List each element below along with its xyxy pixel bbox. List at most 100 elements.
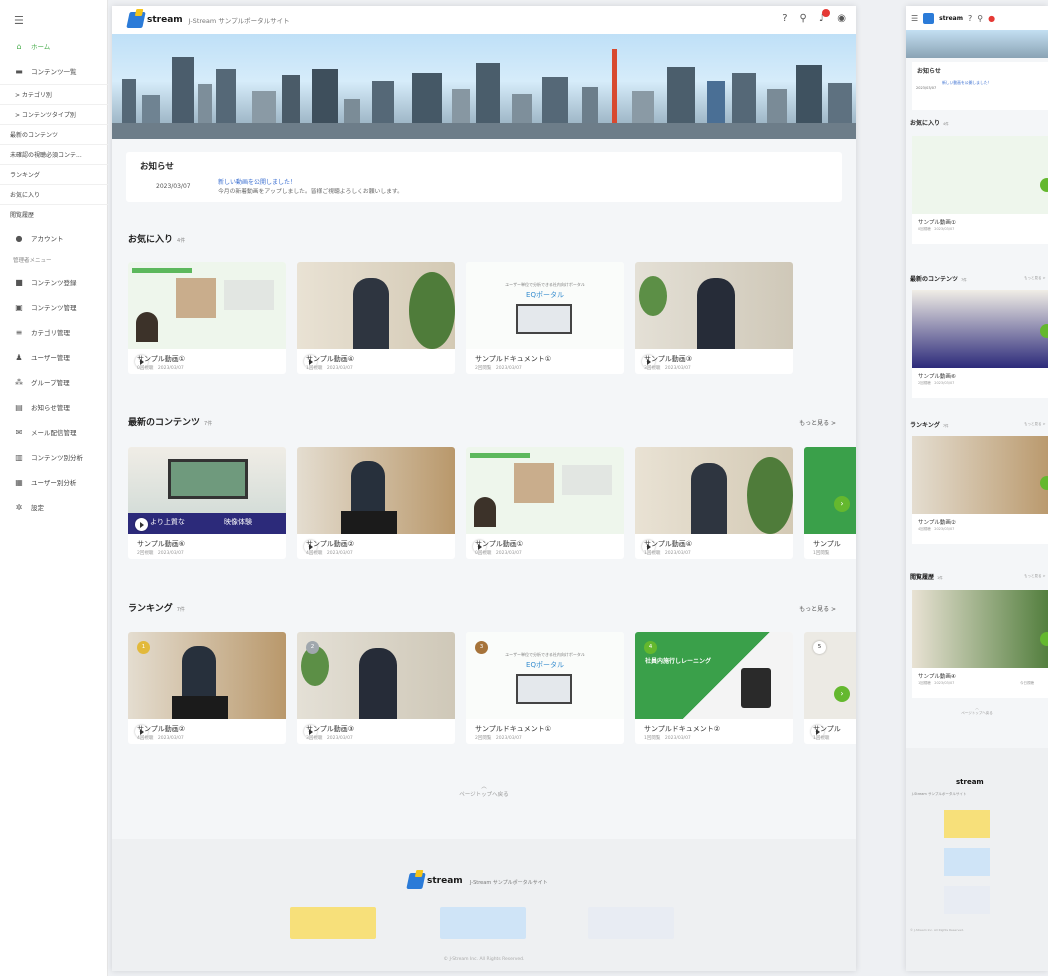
section-title: ランキング — [910, 422, 940, 429]
mobile-card[interactable]: サンプル動画⑥ 2回視聴 2023/03/07 — [912, 290, 1048, 398]
card-thumbnail — [912, 290, 1048, 368]
mobile-card[interactable]: サンプル動画① 0回視聴 2023/03/07 — [912, 136, 1048, 244]
user-icon[interactable]: ◉ — [837, 13, 846, 24]
sidebar-item-mail-manage[interactable]: ✉ メール配信管理 — [0, 420, 108, 444]
card-meta: 1回視聴 2023/03/07 — [644, 551, 691, 556]
sidebar-item-user-analysis[interactable]: ▦ ユーザー別分析 — [0, 470, 108, 494]
thumb-tagline: ユーザー単位で分析できる社内向けポータル — [505, 282, 585, 287]
carousel-next-button[interactable] — [1040, 476, 1048, 490]
back-to-top-link[interactable]: ︿ ページトップへ戻る — [112, 782, 856, 798]
search-icon[interactable]: ⚲ — [977, 14, 983, 23]
sidebar-item-label: カテゴリ管理 — [31, 329, 70, 337]
content-card[interactable]: サンプル動画④ 1回視聴 2023/03/07 — [635, 447, 793, 559]
sidebar-item-content-analysis[interactable]: ▥ コンテンツ別分析 — [0, 445, 108, 469]
sidebar-item-content-list[interactable]: ▬ コンテンツ一覧 — [0, 59, 108, 83]
sidebar-item-notice-manage[interactable]: ▤ お知らせ管理 — [0, 395, 108, 419]
content-card[interactable]: サンプル動画④ 1回視聴 2023/03/07 — [297, 262, 455, 374]
card-thumbnail — [466, 447, 624, 534]
sidebar-sub-label: 閲覧履歴 — [10, 212, 35, 219]
card-meta: 0回視聴 2023/03/07 — [137, 366, 184, 371]
notice-heading: お知らせ — [917, 68, 941, 75]
content-card[interactable]: 1 サンプル動画② 4回視聴 2023/03/07 — [128, 632, 286, 744]
logo[interactable]: stream — [126, 12, 183, 28]
carousel-next-button[interactable]: › — [834, 686, 850, 702]
footer-banner[interactable] — [944, 848, 990, 876]
ranking-more-link[interactable]: もっと見る > — [799, 604, 836, 613]
copyright: © J-Stream Inc. All Rights Reserved. — [910, 928, 964, 932]
content-card[interactable]: サンプル動画③ 3回視聴 2023/03/07 — [635, 262, 793, 374]
carousel-next-button[interactable] — [1040, 632, 1048, 646]
carousel-next-button[interactable]: › — [834, 496, 850, 512]
admin-menu-label: 管理者メニュー — [13, 258, 52, 264]
menu-icon[interactable]: ☰ — [14, 14, 24, 27]
carousel-next-button[interactable] — [1040, 178, 1048, 192]
card-thumbnail: より上質な 映像体験 — [128, 447, 286, 534]
search-icon[interactable]: ⚲ — [800, 13, 807, 24]
card-thumbnail — [128, 632, 286, 719]
card-title: サンプル動画④ — [306, 355, 355, 363]
back-to-top-label: ページトップへ戻る — [459, 792, 509, 798]
carousel-next-button[interactable] — [1040, 324, 1048, 338]
rank-badge: 3 — [475, 641, 488, 654]
sidebar-sub-ranking[interactable]: ランキング — [0, 164, 108, 184]
notice-title-link[interactable]: 新しい動画を公開しました！ — [218, 177, 296, 186]
notice-title-link[interactable]: 新しい動画を公開しました！ — [942, 80, 991, 86]
menu-icon[interactable]: ☰ — [911, 14, 918, 23]
card-title: サンプル動画④ — [644, 540, 693, 548]
more-link[interactable]: もっと見る > — [1024, 422, 1046, 427]
sidebar-item-content-register[interactable]: ■ コンテンツ登録 — [0, 270, 108, 294]
footer-banner[interactable] — [588, 907, 674, 939]
card-thumbnail — [912, 136, 1048, 214]
bell-icon[interactable]: ● — [988, 14, 995, 23]
content-card[interactable]: 2 サンプル動画③ 3回視聴 2023/03/07 — [297, 632, 455, 744]
help-icon[interactable]: ? — [968, 14, 972, 23]
card-meta: 2回閲覧 2023/03/07 — [475, 736, 522, 741]
sidebar-item-account[interactable]: ● アカウント — [0, 226, 108, 250]
section-count: 4件 — [943, 122, 949, 126]
content-card[interactable]: サンプル動画① 0回視聴 2023/03/07 — [128, 262, 286, 374]
footer-banner[interactable] — [290, 907, 376, 939]
sidebar-item-label: アカウント — [31, 235, 64, 243]
thumb-tagline: ユーザー単位で分析できる社内向けポータル — [505, 652, 585, 657]
content-card[interactable]: サンプル動画① 0回視聴 2023/03/07 — [466, 447, 624, 559]
sidebar-sub-latest[interactable]: 最新のコンテンツ — [0, 124, 108, 144]
more-link[interactable]: もっと見る > — [1024, 574, 1046, 579]
analytics-icon: ▥ — [15, 452, 23, 462]
content-card[interactable]: ユーザー単位で分析できる社内向けポータル EQポータル サンプルドキュメント① 2回閲… — [466, 262, 624, 374]
more-link[interactable]: もっと見る > — [1024, 276, 1046, 281]
card-title: サンプル動画② — [306, 540, 355, 548]
card-meta: 1回視聴 2023/03/07 — [918, 681, 955, 685]
sidebar-sub-history[interactable]: 閲覧履歴 — [0, 204, 108, 224]
sidebar-sub-label: 最新のコンテンツ — [10, 132, 59, 139]
sidebar-sub-required[interactable]: 未確認の視聴必須コンテ... — [0, 144, 108, 164]
sidebar-item-home[interactable]: ⌂ ホーム — [0, 34, 108, 58]
sidebar-item-settings[interactable]: ✲ 設定 — [0, 495, 108, 519]
play-icon[interactable] — [135, 518, 148, 531]
card-title: サンプル動画④ — [918, 674, 956, 680]
sidebar-sub-by-type[interactable]: > コンテンツタイプ別 — [0, 104, 108, 124]
sidebar-item-category-manage[interactable]: ≡ カテゴリ管理 — [0, 320, 108, 344]
sidebar-item-content-manage[interactable]: ▣ コンテンツ管理 — [0, 295, 108, 319]
footer-logo[interactable]: stream — [406, 873, 463, 889]
sidebar-sub-favorites[interactable]: お気に入り — [0, 184, 108, 204]
mobile-card[interactable]: サンプル動画④ 1回視聴 2023/03/07 今日視聴 — [912, 590, 1048, 698]
sidebar-sub-by-category[interactable]: > カテゴリ別 — [0, 84, 108, 104]
card-meta: 4回視聴 2023/03/07 — [306, 551, 353, 556]
back-to-top-link[interactable]: ︿ ページトップへ戻る — [906, 706, 1048, 716]
latest-more-link[interactable]: もっと見る > — [799, 418, 836, 427]
announcement-icon: ▤ — [15, 402, 23, 412]
bell-icon[interactable]: ♪ — [819, 9, 830, 24]
help-icon[interactable]: ? — [782, 13, 787, 24]
content-card[interactable]: 社員内施行しレーニング 4 サンプルドキュメント② 1回閲覧 2023/03/07 — [635, 632, 793, 744]
content-card[interactable]: より上質な 映像体験 サンプル動画⑥ 2回視聴 2023/03/07 — [128, 447, 286, 559]
content-card[interactable]: サンプル動画② 4回視聴 2023/03/07 — [297, 447, 455, 559]
sidebar-item-user-manage[interactable]: ♟ ユーザー管理 — [0, 345, 108, 369]
footer-banner[interactable] — [944, 886, 990, 914]
card-title: サンプル — [813, 540, 841, 548]
logo-text: stream — [427, 876, 463, 886]
mobile-card[interactable]: サンプル動画② 4回視聴 2023/03/07 — [912, 436, 1048, 544]
footer-banner[interactable] — [440, 907, 526, 939]
sidebar-item-group-manage[interactable]: ⁂ グループ管理 — [0, 370, 108, 394]
content-card[interactable]: ユーザー単位で分析できる社内向けポータル EQポータル 3 サンプルドキュメント① 2回… — [466, 632, 624, 744]
footer-banner[interactable] — [944, 810, 990, 838]
